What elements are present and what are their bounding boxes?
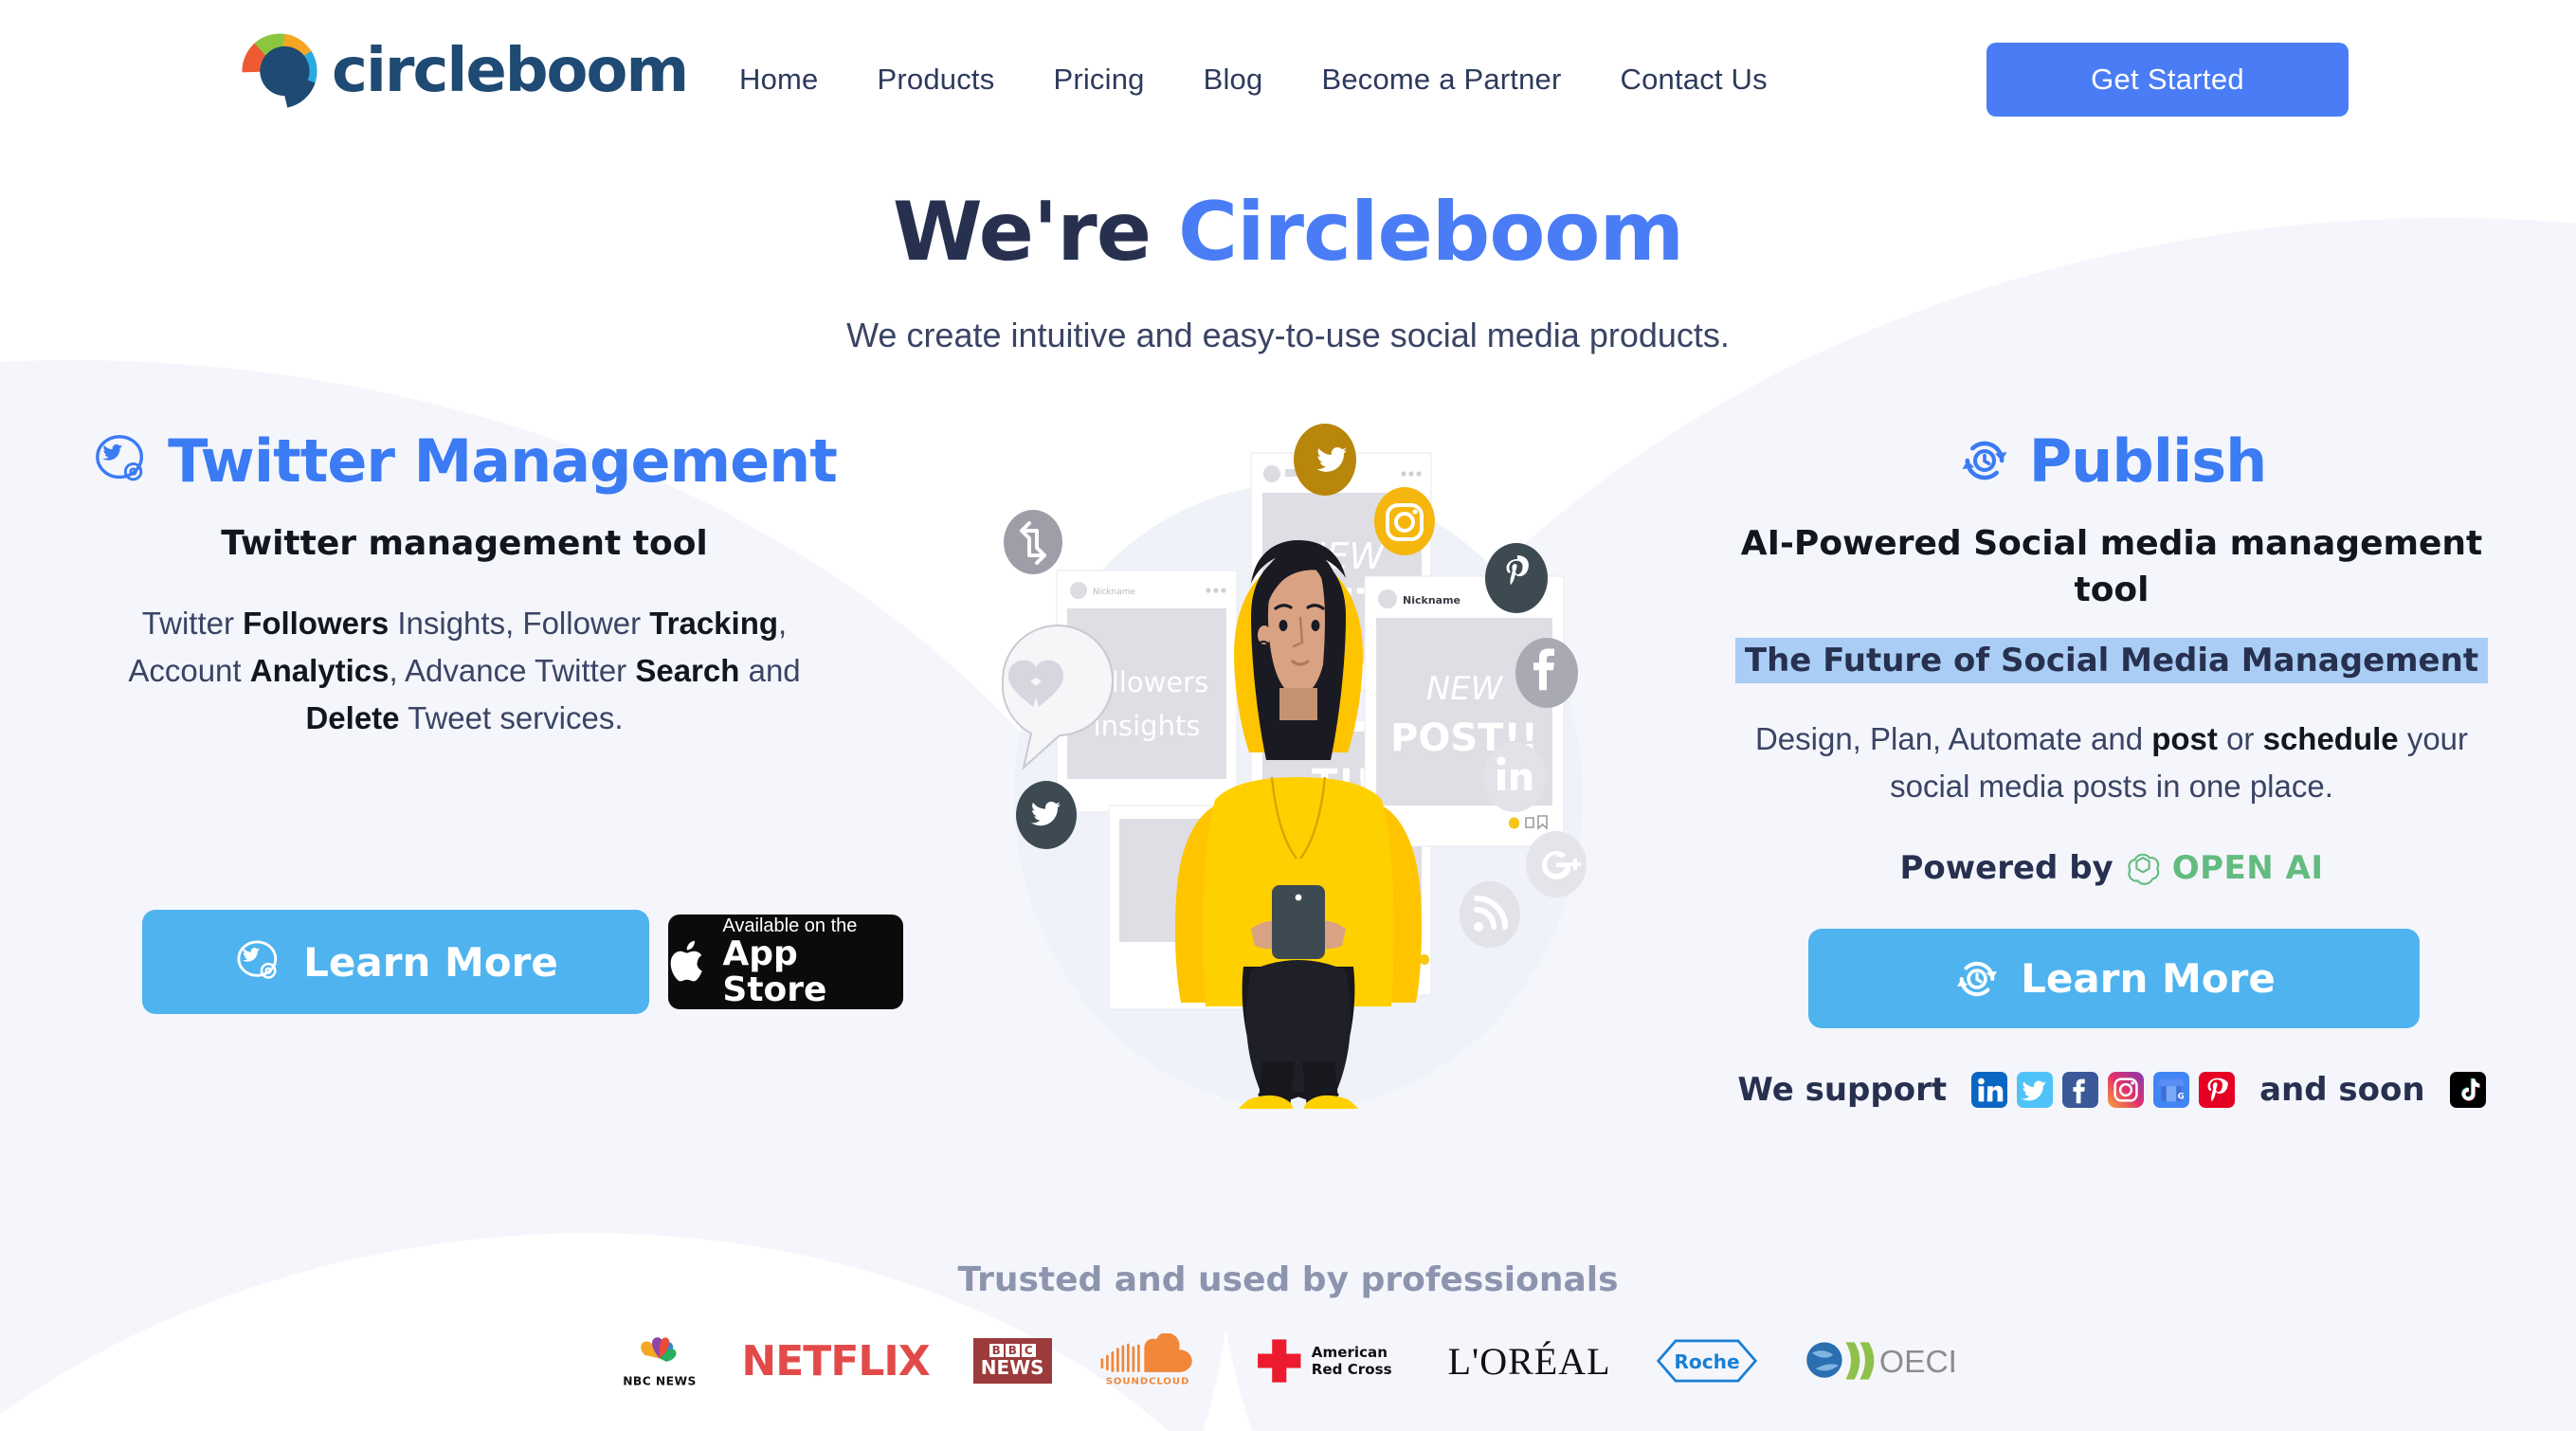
publish-highlight-badge: The Future of Social Media Management <box>1734 638 2489 684</box>
publish-column: Publish AI-Powered Social media manageme… <box>1732 417 2491 1109</box>
publish-clock-refresh-icon <box>1962 441 2007 480</box>
oecd-logo: OECD <box>1803 1333 1954 1388</box>
emphasis-text: Followers <box>243 605 390 641</box>
main-nav: Home Products Pricing Blog Become a Part… <box>739 0 1768 159</box>
emphasis-text: Search <box>635 652 740 688</box>
emphasis-text: Tracking <box>649 605 779 641</box>
nav-item-pricing[interactable]: Pricing <box>1053 63 1144 97</box>
powered-by-openai: Powered by OPEN AI <box>1732 849 2491 887</box>
linkedin-icon[interactable] <box>1971 1072 2008 1108</box>
nav-item-contact-us[interactable]: Contact Us <box>1621 63 1768 97</box>
circleboom-logo-icon <box>242 33 317 108</box>
trusted-title: Trusted and used by professionals <box>957 1260 1619 1299</box>
american-red-cross-logo: American Red Cross <box>1243 1333 1405 1388</box>
twitter-management-heading: Twitter Management <box>85 417 844 504</box>
arc-line2: Red Cross <box>1311 1361 1391 1378</box>
soundcloud-label: SOUNDCLOUD <box>1105 1377 1189 1387</box>
nav-item-become-a-partner[interactable]: Become a Partner <box>1321 63 1561 97</box>
body-text: Design, Plan, Automate and <box>1754 721 2152 757</box>
emphasis-text: Analytics <box>249 652 390 688</box>
logo[interactable]: circleboom <box>237 28 689 114</box>
twitter-icon[interactable] <box>2017 1072 2054 1108</box>
loreal-label: L'ORÉAL <box>1447 1339 1611 1383</box>
publish-body: Design, Plan, Automate and post or sched… <box>1732 716 2491 810</box>
powered-by-label: Powered by <box>1899 848 2113 887</box>
hero-section: We're Circleboom We create intuitive and… <box>0 185 2576 355</box>
twitter-learn-more-button[interactable]: Learn More <box>142 910 649 1014</box>
body-text: Twitter <box>141 605 244 641</box>
body-text: Insights, Follower <box>389 605 650 641</box>
site-header: circleboom Home Products Pricing Blog Be… <box>0 0 2576 159</box>
openai-label: OPEN AI <box>2171 848 2324 887</box>
publish-heading: Publish <box>1732 417 2491 504</box>
brand-logo-row: NBC NEWS NETFLIX BBC NEWS SOUNDCLOUD Ame… <box>0 1333 2576 1388</box>
twitter-management-actions: Learn More Available on the App Store <box>142 910 903 1014</box>
we-support-label: We support <box>1737 1071 1948 1109</box>
get-started-button[interactable]: Get Started <box>1986 43 2349 117</box>
hero-title-accent: Circleboom <box>1178 185 1684 280</box>
publish-subtitle-bold: AI-Powered <box>1740 524 1962 563</box>
publish-clock-refresh-icon <box>1957 961 1998 996</box>
facebook-icon[interactable] <box>2062 1072 2099 1108</box>
app-store-small-label: Available on the <box>722 915 858 936</box>
product-columns: Twitter Management Twitter management to… <box>0 417 2576 1204</box>
hero-title-plain: We're <box>892 185 1178 280</box>
roche-label: Roche <box>1674 1350 1739 1373</box>
emphasis-text: Delete <box>305 699 400 735</box>
instagram-icon[interactable] <box>2108 1072 2145 1108</box>
twitter-management-subtitle: Twitter management tool <box>221 524 708 563</box>
twitter-gear-icon <box>96 435 144 481</box>
publish-actions: Learn More <box>1808 929 2420 1028</box>
page-title: We're Circleboom <box>0 185 2576 280</box>
nbc-news-label: NBC NEWS <box>624 1374 698 1387</box>
nav-item-products[interactable]: Products <box>878 63 995 97</box>
bbc-news-logo: BBC NEWS <box>972 1333 1052 1388</box>
arc-line1: American <box>1311 1344 1387 1361</box>
emphasis-text: post <box>2151 721 2218 757</box>
publish-learn-more-label: Learn More <box>2021 955 2276 1002</box>
emphasis-text: schedule <box>2262 721 2399 757</box>
body-text: or <box>2217 721 2263 757</box>
twitter-learn-more-label: Learn More <box>303 938 558 986</box>
publish-title: Publish <box>2028 426 2268 496</box>
bbc-letters: BBC <box>981 1344 1044 1357</box>
nav-item-blog[interactable]: Blog <box>1204 63 1263 97</box>
logo-text: circleboom <box>332 36 689 106</box>
app-store-big-label: App Store <box>722 933 827 1009</box>
body-text: and <box>739 652 801 688</box>
supported-platforms-row: We support G and soon <box>1732 1071 2491 1109</box>
publish-subtitle-rest: Social media management tool <box>1961 524 2483 609</box>
openai-icon <box>2128 853 2160 885</box>
app-store-button[interactable]: Available on the App Store <box>668 915 903 1009</box>
roche-logo: Roche <box>1655 1333 1759 1388</box>
and-soon-label: and soon <box>2259 1071 2425 1109</box>
app-store-text: Available on the App Store <box>722 915 903 1009</box>
trusted-section: Trusted and used by professionals NBC NE… <box>0 1260 2576 1388</box>
pinterest-icon[interactable] <box>2199 1072 2236 1108</box>
twitter-management-title: Twitter Management <box>168 426 838 496</box>
netflix-logo: NETFLIX <box>741 1333 930 1388</box>
nbc-news-logo: NBC NEWS <box>622 1333 698 1388</box>
svg-text:G: G <box>2178 1093 2185 1102</box>
apple-icon <box>670 940 702 982</box>
bbc-news-word: NEWS <box>980 1356 1044 1379</box>
soundcloud-logo: SOUNDCLOUD <box>1096 1333 1200 1388</box>
google-business-icon[interactable]: G <box>2153 1072 2190 1108</box>
body-text: , Advance Twitter <box>389 652 636 688</box>
publish-subtitle: AI-Powered Social media management tool <box>1732 521 2491 613</box>
netflix-label: NETFLIX <box>741 1336 930 1386</box>
oecd-label: OECD <box>1878 1345 1953 1380</box>
page-root: circleboom Home Products Pricing Blog Be… <box>0 0 2576 1431</box>
nav-item-home[interactable]: Home <box>739 63 819 97</box>
bbc-box: BBC NEWS <box>972 1338 1052 1384</box>
twitter-management-body: Twitter Followers Insights, Follower Tra… <box>85 600 844 742</box>
twitter-management-column: Twitter Management Twitter management to… <box>85 417 903 1014</box>
publish-highlight-wrap: The Future of Social Media Management <box>1732 613 2491 684</box>
twitter-gear-icon <box>237 940 278 979</box>
body-text: Tweet services. <box>399 699 624 735</box>
loreal-logo: L'ORÉAL <box>1448 1333 1611 1388</box>
publish-learn-more-button[interactable]: Learn More <box>1808 929 2420 1028</box>
hero-subtitle: We create intuitive and easy-to-use soci… <box>846 316 1730 354</box>
tiktok-icon[interactable] <box>2449 1072 2486 1108</box>
